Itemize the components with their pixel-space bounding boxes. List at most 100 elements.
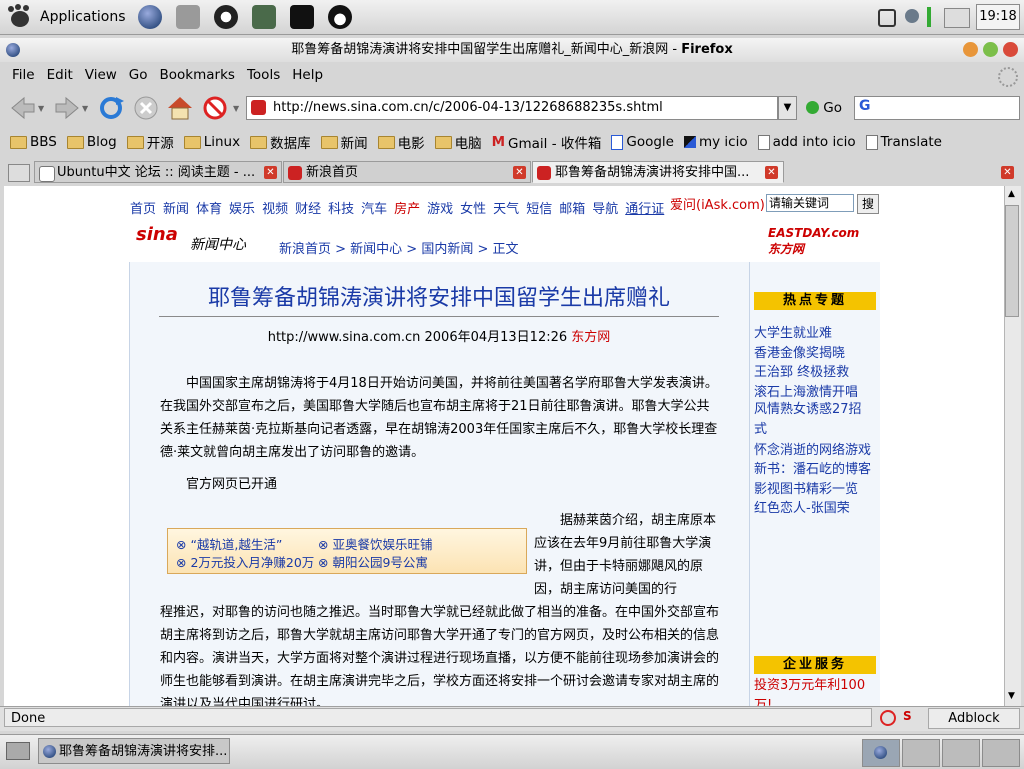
- tab-yale-article[interactable]: 耶鲁筹备胡锦涛演讲将安排中国...: [532, 161, 784, 183]
- sina-logo[interactable]: sina: [136, 224, 178, 245]
- sidebar-link[interactable]: 滚石上海激情开唱: [754, 381, 858, 400]
- tab-close-button[interactable]: ✕: [264, 166, 277, 179]
- chat-icon[interactable]: [213, 5, 238, 29]
- qq-penguin-icon[interactable]: [327, 5, 352, 29]
- url-history-dropdown[interactable]: ▼: [778, 96, 797, 120]
- top-nav-link[interactable]: 娱乐: [229, 198, 255, 217]
- back-arrow-icon[interactable]: [10, 95, 36, 121]
- reload-icon[interactable]: [98, 95, 124, 121]
- volume-level-icon[interactable]: [927, 7, 931, 27]
- printer-icon[interactable]: [944, 8, 970, 28]
- power-icon[interactable]: [878, 9, 896, 27]
- top-nav-link[interactable]: 通行证: [625, 198, 664, 217]
- bookmark-item[interactable]: 电影: [377, 132, 425, 152]
- applications-menu[interactable]: Applications: [40, 9, 126, 25]
- tab-close-button[interactable]: ✕: [513, 166, 526, 179]
- bookmark-item[interactable]: Linux: [183, 134, 240, 150]
- adblock-toggle-icon[interactable]: [203, 95, 229, 121]
- bookmark-item[interactable]: Blog: [66, 134, 117, 150]
- scroll-up-arrow-icon[interactable]: ▲: [1008, 189, 1015, 199]
- top-nav-link[interactable]: 女性: [460, 198, 486, 217]
- byline-source[interactable]: 东方网: [571, 330, 610, 345]
- top-nav-link[interactable]: 视频: [262, 198, 288, 217]
- file-manager-icon[interactable]: [175, 5, 200, 29]
- menu-help[interactable]: Help: [286, 64, 329, 86]
- sidebar-link[interactable]: 怀念消逝的网络游戏: [754, 439, 871, 458]
- forward-dropdown-icon[interactable]: ▼: [82, 104, 88, 113]
- scroll-down-arrow-icon[interactable]: ▼: [1008, 691, 1015, 701]
- new-tab-icon[interactable]: [8, 164, 30, 182]
- menu-bookmarks[interactable]: Bookmarks: [154, 64, 241, 86]
- ad-link[interactable]: ⊗ “越轨道,越生活”: [176, 534, 282, 553]
- bookmark-item[interactable]: 新闻: [320, 132, 368, 152]
- menu-view[interactable]: View: [79, 64, 123, 86]
- ad-link[interactable]: ⊗ 2万元投入月净赚20万: [176, 552, 314, 571]
- top-nav-link[interactable]: 天气: [493, 198, 519, 217]
- sidebar-link[interactable]: 风情熟女诱惑27招式: [754, 400, 874, 440]
- network-icon[interactable]: [905, 9, 919, 23]
- menu-file[interactable]: File: [0, 64, 41, 86]
- breadcrumb[interactable]: 新浪首页 > 新闻中心 > 国内新闻 > 正文: [279, 238, 518, 257]
- search-box[interactable]: G: [854, 96, 1020, 120]
- taskbar-window-button[interactable]: 耶鲁筹备胡锦涛演讲将安排...: [38, 738, 230, 764]
- bookmark-item[interactable]: Translate: [865, 134, 942, 150]
- workspace-3[interactable]: [942, 739, 980, 767]
- window-menu-icon[interactable]: [6, 43, 20, 57]
- sina-status-icon[interactable]: S: [903, 709, 921, 727]
- bookmark-item[interactable]: my icio: [683, 134, 748, 150]
- menu-tools[interactable]: Tools: [241, 64, 286, 86]
- minimize-button[interactable]: [963, 42, 978, 57]
- workspace-2[interactable]: [902, 739, 940, 767]
- window-title-bar[interactable]: 耶鲁筹备胡锦涛演讲将安排中国留学生出席赠礼_新闻中心_新浪网 - Firefox: [0, 38, 1024, 62]
- workspace-1[interactable]: [862, 739, 900, 767]
- sidebar-ad-link[interactable]: 投资3万元年利100万!: [754, 676, 874, 706]
- sidebar-link[interactable]: 影视图书精彩一览: [754, 478, 858, 497]
- menu-go[interactable]: Go: [123, 64, 154, 86]
- tab-close-button[interactable]: ✕: [765, 166, 778, 179]
- top-nav-link[interactable]: 体育: [196, 198, 222, 217]
- sidebar-link[interactable]: 红色恋人-张国荣: [754, 497, 850, 516]
- system-monitor-icon[interactable]: [251, 5, 276, 29]
- eastday-logo[interactable]: EASTDAY.com 东方网: [768, 226, 872, 256]
- sidebar-link[interactable]: 王治郅 终极拯救: [754, 361, 849, 380]
- gnome-foot-icon[interactable]: [6, 4, 34, 30]
- top-nav-link[interactable]: 财经: [295, 198, 321, 217]
- sidebar-link[interactable]: 大学生就业难: [754, 322, 832, 341]
- sidebar-link[interactable]: 香港金像奖揭晓: [754, 342, 845, 361]
- workspace-4[interactable]: [982, 739, 1020, 767]
- bookmark-item[interactable]: BBS: [10, 134, 57, 150]
- top-nav-link[interactable]: 游戏: [427, 198, 453, 217]
- stop-icon[interactable]: [133, 95, 159, 121]
- forward-arrow-icon[interactable]: [54, 95, 80, 121]
- maximize-button[interactable]: [983, 42, 998, 57]
- ad-link[interactable]: ⊗ 朝阳公园9号公寓: [318, 552, 428, 571]
- top-nav-link[interactable]: 新闻: [163, 198, 189, 217]
- top-nav-link[interactable]: 首页: [130, 198, 156, 217]
- close-button[interactable]: [1003, 42, 1018, 57]
- scrollbar-thumb[interactable]: [1005, 205, 1019, 317]
- browser-launcher-icon[interactable]: [137, 5, 162, 29]
- top-nav-link[interactable]: 汽车: [361, 198, 387, 217]
- adblock-button[interactable]: Adblock: [928, 708, 1020, 729]
- terminal-icon[interactable]: [289, 5, 314, 29]
- bookmark-item[interactable]: M Gmail - 收件箱: [492, 132, 602, 152]
- bookmark-item[interactable]: add into icio: [757, 134, 856, 150]
- bookmark-item[interactable]: 开源: [126, 132, 174, 152]
- top-nav-link[interactable]: 短信: [526, 198, 552, 217]
- adblock-status-icon[interactable]: [880, 710, 896, 726]
- bookmark-item[interactable]: Google: [611, 134, 674, 150]
- bookmark-item[interactable]: 电脑: [434, 132, 482, 152]
- menu-edit[interactable]: Edit: [41, 64, 79, 86]
- back-dropdown-icon[interactable]: ▼: [38, 104, 44, 113]
- tab-ubuntu-forum[interactable]: Ubuntu中文 论坛 :: 阅读主题 - ...: [34, 161, 282, 183]
- iask-search-button[interactable]: 搜: [857, 194, 879, 214]
- top-nav-link[interactable]: 邮箱: [559, 198, 585, 217]
- ad-link[interactable]: ⊗ 亚奥餐饮娱乐旺铺: [318, 534, 432, 553]
- close-tab-button[interactable]: ✕: [1001, 166, 1014, 179]
- home-icon[interactable]: [167, 95, 193, 121]
- top-nav-link[interactable]: 导航: [592, 198, 618, 217]
- go-button[interactable]: Go: [806, 98, 842, 118]
- clock[interactable]: 19:18: [976, 4, 1020, 30]
- top-nav-link[interactable]: 房产: [394, 198, 420, 217]
- tab-sina-home[interactable]: 新浪首页: [283, 161, 531, 183]
